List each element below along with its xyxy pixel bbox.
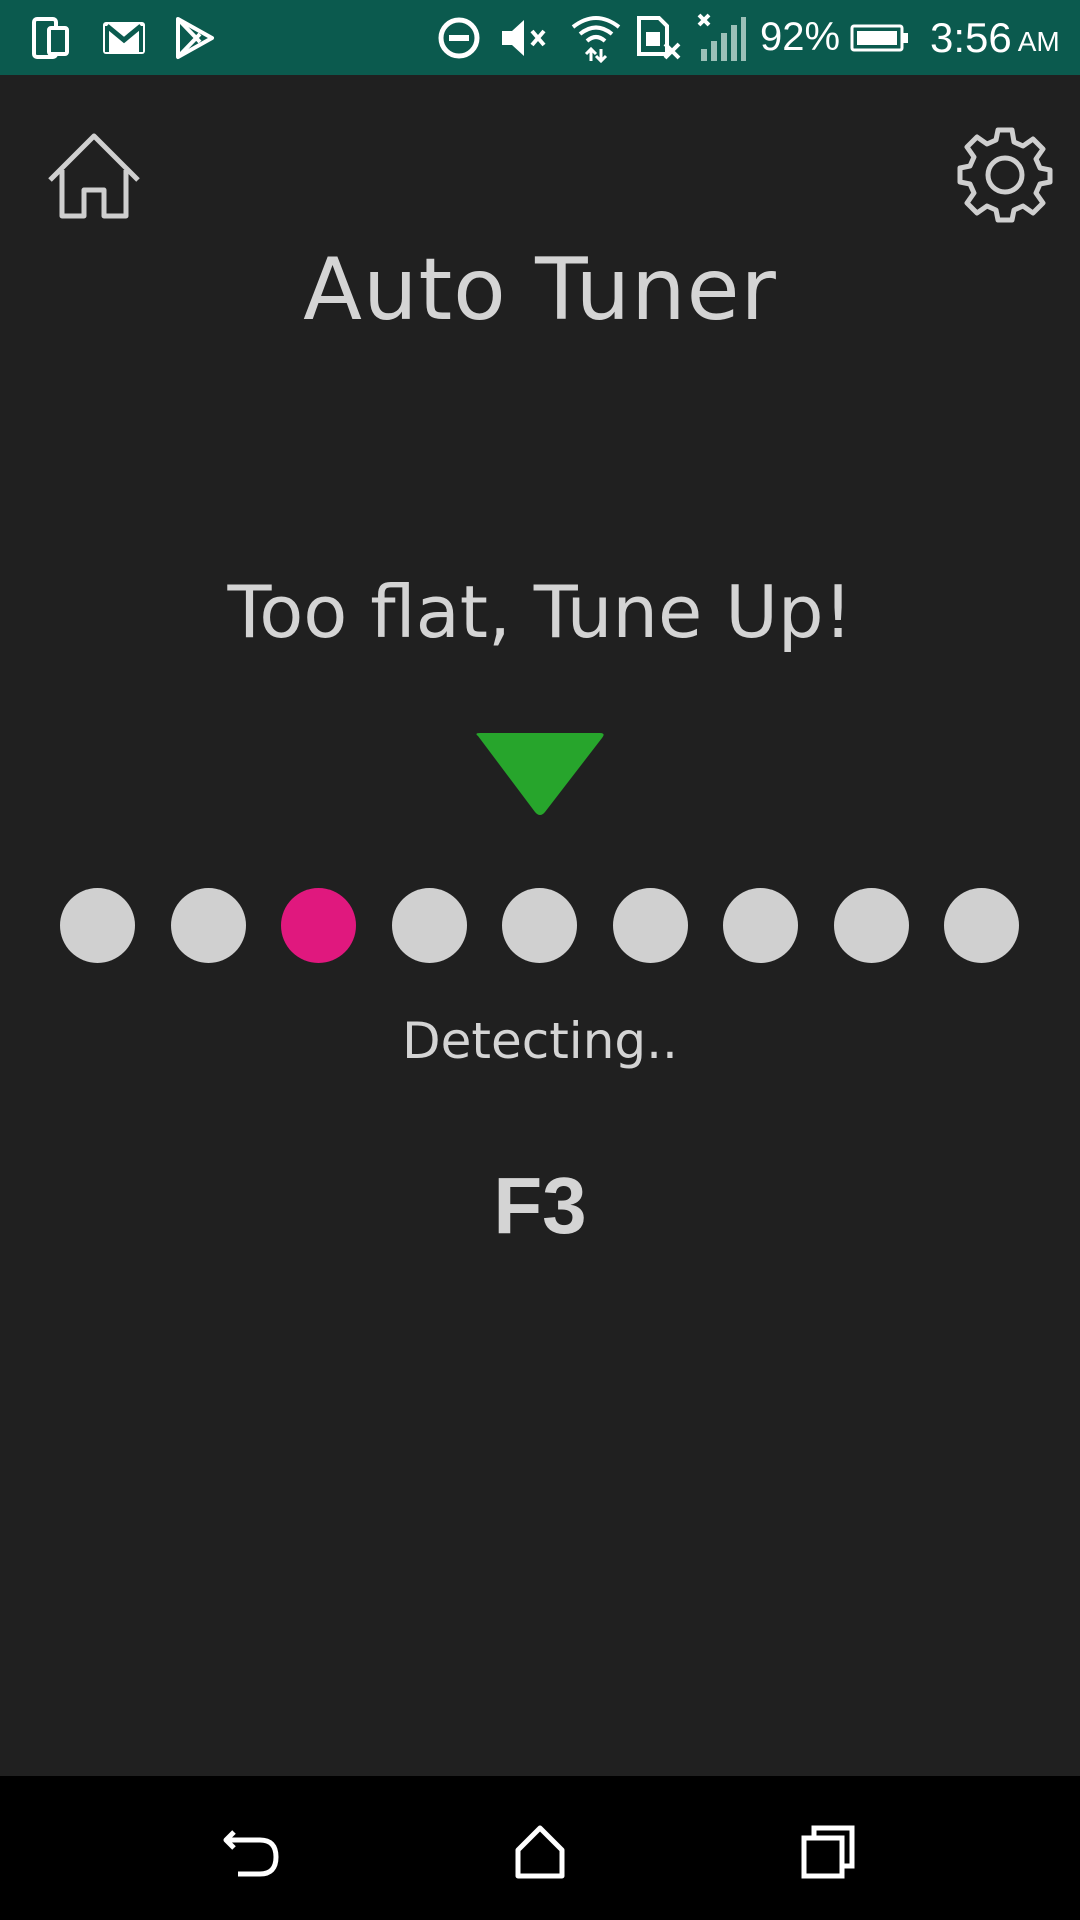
gmail-icon bbox=[100, 0, 148, 75]
pitch-dot bbox=[833, 888, 909, 963]
detecting-label: Detecting.. bbox=[402, 1012, 678, 1070]
page-title: Auto Tuner bbox=[303, 240, 777, 340]
clock: 3:56 AM bbox=[930, 0, 1060, 75]
pitch-dot bbox=[502, 888, 577, 963]
pitch-dot bbox=[170, 888, 246, 963]
play-store-icon bbox=[172, 0, 218, 75]
battery-percent: 92% bbox=[760, 15, 841, 59]
back-icon bbox=[223, 1830, 279, 1877]
mute-icon bbox=[496, 0, 552, 75]
do-not-disturb-icon bbox=[436, 0, 482, 75]
gear-icon bbox=[957, 127, 1053, 223]
home-nav-button[interactable] bbox=[500, 1812, 580, 1892]
navigation-bar bbox=[0, 1776, 1080, 1920]
pitch-dot bbox=[612, 888, 688, 963]
tuning-status-message: Too flat, Tune Up! bbox=[227, 570, 853, 654]
back-button[interactable] bbox=[212, 1812, 292, 1892]
pitch-dot-active bbox=[281, 888, 356, 963]
recents-button[interactable] bbox=[788, 1812, 868, 1892]
battery-icon bbox=[850, 0, 910, 75]
no-sim-icon bbox=[634, 0, 684, 75]
wifi-icon bbox=[568, 0, 624, 75]
clock-time: 3:56 bbox=[930, 13, 1012, 61]
home-button[interactable] bbox=[44, 128, 144, 228]
status-bar: 92% 3:56 AM bbox=[0, 0, 1080, 75]
pitch-dot bbox=[60, 888, 135, 963]
pitch-indicator bbox=[0, 888, 1080, 964]
signal-icon bbox=[694, 0, 748, 75]
settings-button[interactable] bbox=[955, 125, 1055, 225]
pitch-pointer-icon bbox=[470, 730, 610, 820]
home-nav-icon bbox=[515, 1825, 565, 1879]
pitch-dot bbox=[723, 888, 798, 963]
detected-note: F3 bbox=[493, 1161, 587, 1250]
notification-phone-icon bbox=[28, 0, 74, 75]
pitch-dot bbox=[944, 888, 1019, 963]
home-icon bbox=[48, 133, 140, 219]
recents-icon bbox=[801, 1825, 855, 1879]
clock-ampm: AM bbox=[1017, 25, 1060, 57]
pitch-dot bbox=[391, 888, 467, 963]
